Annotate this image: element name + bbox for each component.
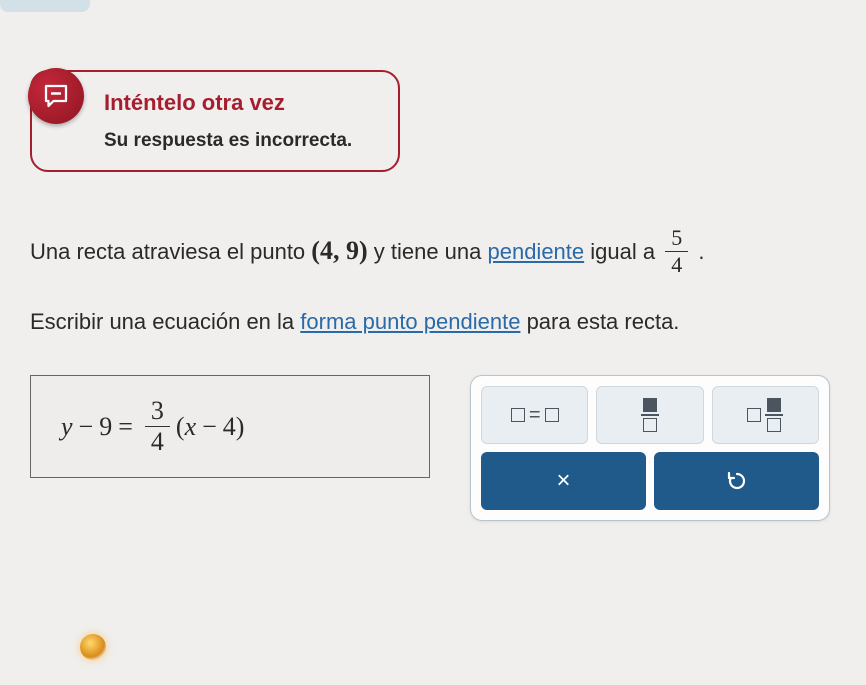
clear-icon: × [556, 467, 570, 495]
problem-pre: Una recta atraviesa el punto [30, 239, 311, 264]
glow-dot-icon [80, 634, 106, 660]
key-clear[interactable]: × [481, 452, 646, 510]
ans-y0: 9 [99, 412, 112, 442]
slope-link[interactable]: pendiente [487, 239, 584, 264]
task-statement: Escribir una ecuación en la forma punto … [30, 309, 836, 335]
ans-x0: 4 [223, 412, 236, 442]
slope-fraction: 5 4 [665, 227, 688, 276]
tab-remnant [0, 0, 90, 12]
feedback-subtitle: Su respuesta es incorrecta. [104, 130, 370, 152]
chat-minus-icon [28, 68, 84, 124]
ans-minus2: − [202, 412, 217, 442]
key-reset[interactable] [654, 452, 819, 510]
feedback-title: Inténtelo otra vez [104, 90, 370, 116]
form-link[interactable]: forma punto pendiente [300, 309, 520, 334]
ans-eq: = [118, 412, 133, 442]
ans-lparen: ( [176, 412, 185, 442]
ans-y: y [61, 412, 73, 442]
fraction-icon [641, 398, 659, 432]
problem-mid: y tiene una [374, 239, 488, 264]
reset-icon [725, 469, 749, 493]
key-fraction[interactable] [596, 386, 703, 444]
ans-frac-den: 4 [145, 427, 170, 455]
ans-frac-num: 3 [145, 398, 170, 427]
problem-statement: Una recta atraviesa el punto (4, 9) y ti… [30, 222, 836, 279]
problem-period: . [698, 239, 704, 264]
task-pre: Escribir una ecuación en la [30, 309, 300, 334]
ans-minus1: − [79, 412, 94, 442]
key-equation[interactable]: = [481, 386, 588, 444]
slope-denominator: 4 [665, 252, 688, 276]
answer-input-box[interactable]: y − 9 = 3 4 ( x − 4 ) [30, 375, 430, 478]
feedback-box: Inténtelo otra vez Su respuesta es incor… [30, 70, 400, 172]
ans-x: x [185, 412, 197, 442]
problem-point: (4, 9) [311, 236, 367, 265]
mixed-fraction-icon [747, 398, 783, 432]
problem-post: igual a [590, 239, 661, 264]
key-equals-sign: = [529, 404, 541, 427]
key-mixed-fraction[interactable] [712, 386, 819, 444]
ans-rparen: ) [236, 412, 245, 442]
box-icon [545, 408, 559, 422]
task-post: para esta recta. [527, 309, 680, 334]
ans-fraction: 3 4 [145, 398, 170, 455]
box-icon [511, 408, 525, 422]
math-keypad: = × [470, 375, 830, 521]
slope-numerator: 5 [665, 227, 688, 252]
